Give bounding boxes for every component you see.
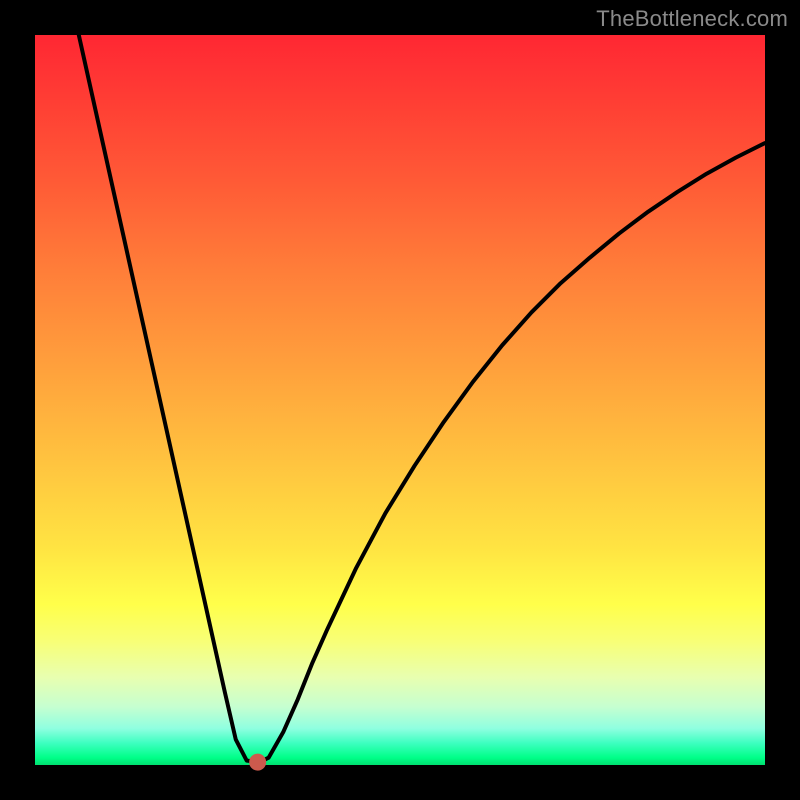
watermark-text: TheBottleneck.com: [596, 6, 788, 32]
plot-area: [35, 35, 765, 765]
chart-frame: TheBottleneck.com: [0, 0, 800, 800]
curve-svg: [35, 35, 765, 765]
optimal-point-marker: [250, 754, 266, 770]
bottleneck-curve: [79, 35, 765, 761]
